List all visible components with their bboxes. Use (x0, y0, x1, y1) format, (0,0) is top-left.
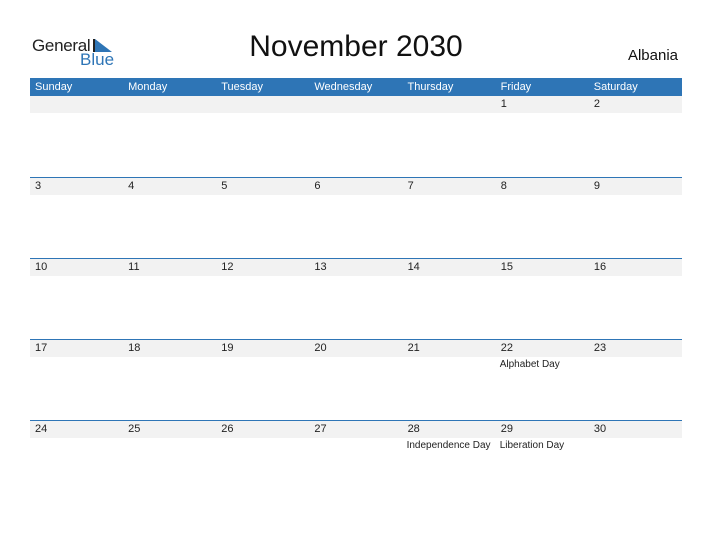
day-cell: 21 (403, 340, 496, 421)
day-number: 2 (593, 98, 600, 110)
week-row: 10 11 12 13 14 15 16 (30, 258, 682, 340)
day-cell: 8 (496, 178, 589, 259)
day-number: 12 (221, 261, 234, 273)
weekday-wednesday: Wednesday (314, 81, 373, 93)
day-number: 5 (221, 180, 228, 192)
weekday-monday: Monday (128, 81, 168, 93)
day-number: 10 (35, 261, 48, 273)
weekday-header: Sunday Monday Tuesday Wednesday Thursday… (30, 78, 682, 96)
day-cell: 30 (589, 421, 682, 502)
day-number: 24 (35, 423, 48, 435)
day-number: 15 (500, 261, 513, 273)
day-cell: 1 (496, 96, 589, 177)
day-number: 9 (593, 180, 600, 192)
day-cell: 7 (403, 178, 496, 259)
day-cell: 5 (216, 178, 309, 259)
day-cell: 2 (589, 96, 682, 177)
day-number: 17 (35, 342, 48, 354)
day-cell: 26 (216, 421, 309, 502)
day-cell: 11 (123, 259, 216, 340)
day-number: 29 (500, 423, 513, 435)
day-number: 27 (314, 423, 327, 435)
day-number: 28 (407, 423, 420, 435)
day-number: 8 (500, 180, 507, 192)
day-cell: 3 (30, 178, 123, 259)
day-number: 20 (314, 342, 327, 354)
day-number: 30 (593, 423, 607, 435)
day-cell: 14 (403, 259, 496, 340)
day-cell (309, 96, 402, 177)
day-number: 21 (407, 342, 420, 354)
day-cell: 28 Independence Day (403, 421, 496, 502)
weekday-thursday: Thursday (407, 81, 454, 93)
day-cell: 13 (309, 259, 402, 340)
day-cell (216, 96, 309, 177)
day-cell: 20 (309, 340, 402, 421)
day-number: 18 (128, 342, 141, 354)
day-number: 13 (314, 261, 327, 273)
day-cell: 27 (309, 421, 402, 502)
week-row: 12 (30, 96, 682, 177)
day-number: 3 (35, 180, 42, 192)
day-cell (30, 96, 123, 177)
day-cell: 29 Liberation Day (496, 421, 589, 502)
day-number: 14 (407, 261, 420, 273)
week-row: 24 25 26 27 28 Independence Day 29 Liberation D… (30, 420, 682, 502)
day-cell: 12 (216, 259, 309, 340)
week-row: 3 4 5 6 7 8 9 (30, 177, 682, 259)
country-label: Albania (627, 47, 678, 64)
day-number: 26 (221, 423, 234, 435)
day-number: 19 (221, 342, 234, 354)
day-cell: 10 (30, 259, 123, 340)
day-cell: 4 (123, 178, 216, 259)
week-row: 17 18 19 20 21 22 Alphabet Day 23 (30, 339, 682, 421)
day-number: 11 (128, 261, 140, 273)
calendar-title: November 2030 (249, 30, 463, 63)
day-cell: 17 (30, 340, 123, 421)
day-number: 16 (593, 261, 607, 273)
day-cell: 18 (123, 340, 216, 421)
day-number: 25 (128, 423, 141, 435)
day-cell: 15 (496, 259, 589, 340)
day-cell: 25 (123, 421, 216, 502)
day-cell: 16 (589, 259, 682, 340)
weekday-tuesday: Tuesday (221, 81, 264, 93)
day-number: 4 (128, 180, 135, 192)
day-number: 7 (407, 180, 414, 192)
day-cell (403, 96, 496, 177)
day-cell: 22 Alphabet Day (496, 340, 589, 421)
day-cell: 19 (216, 340, 309, 421)
day-cell: 9 (589, 178, 682, 259)
day-number: 1 (500, 98, 507, 110)
day-number: 6 (314, 180, 321, 192)
day-number: 22 (500, 342, 513, 354)
weekday-sunday: Sunday (35, 81, 73, 93)
day-cell: 6 (309, 178, 402, 259)
day-number: 23 (593, 342, 607, 354)
weekday-friday: Friday (500, 81, 532, 93)
day-cell (123, 96, 216, 177)
holiday-label: Liberation Day (499, 440, 565, 451)
holiday-label: Independence Day (406, 440, 491, 451)
weekday-saturday: Saturday (593, 81, 638, 93)
day-cell: 24 (30, 421, 123, 502)
holiday-label: Alphabet Day (499, 359, 560, 370)
day-cell: 23 (589, 340, 682, 421)
